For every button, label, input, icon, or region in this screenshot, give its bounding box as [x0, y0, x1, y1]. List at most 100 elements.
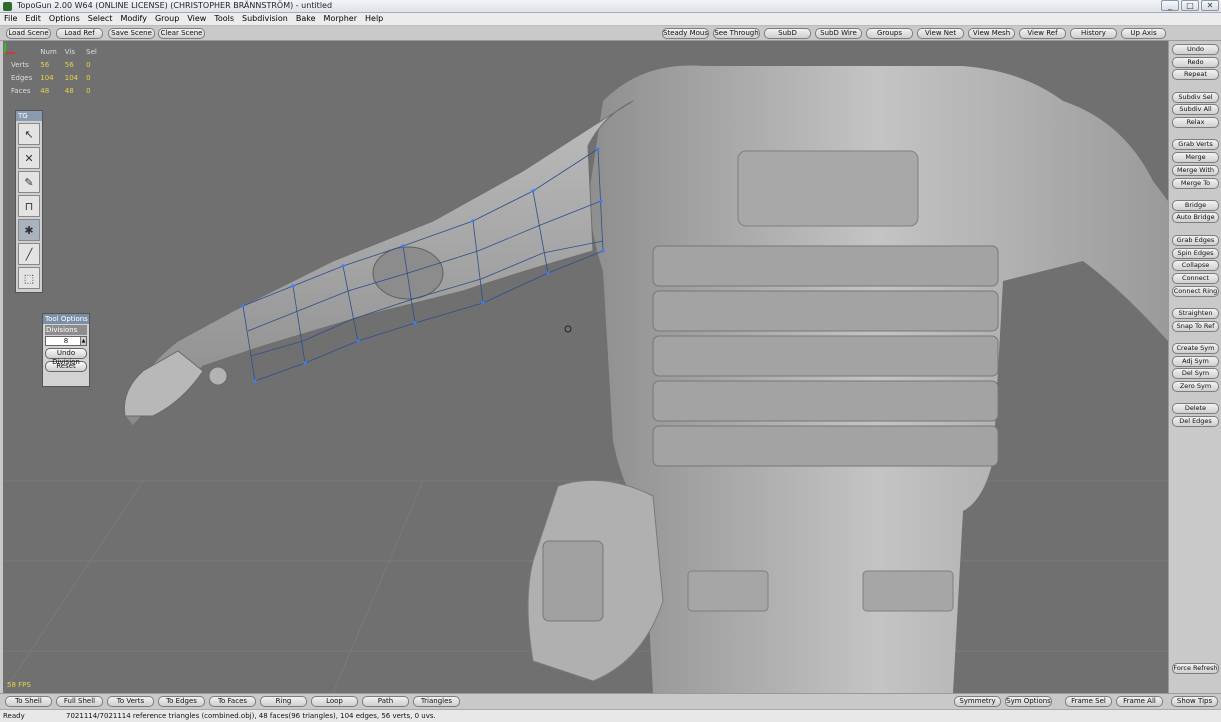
menu-tools[interactable]: Tools: [210, 13, 238, 25]
subd-wire-button[interactable]: SubD Wire: [815, 28, 862, 39]
steady-mouse-button[interactable]: Steady Mouse: [662, 28, 709, 39]
viewport-scene: [3, 65, 1168, 693]
delete-tool-icon[interactable]: ✕: [18, 147, 40, 169]
ring-button[interactable]: Ring: [260, 696, 307, 707]
del-sym-button[interactable]: Del Sym: [1172, 368, 1219, 379]
see-through-button[interactable]: See Through: [713, 28, 760, 39]
del-edges-button[interactable]: Del Edges: [1172, 416, 1219, 427]
stats-value: 56: [40, 60, 50, 69]
close-button[interactable]: ✕: [1201, 0, 1219, 11]
view-net-button[interactable]: View Net: [917, 28, 964, 39]
menu-morpher[interactable]: Morpher: [320, 13, 361, 25]
maximize-button[interactable]: □: [1181, 0, 1199, 11]
grab-verts-button[interactable]: Grab Verts: [1172, 139, 1219, 150]
stats-row-label: Edges: [11, 73, 33, 82]
load-scene-button[interactable]: Load Scene: [6, 28, 51, 39]
merge-with-button[interactable]: Merge With: [1172, 165, 1219, 176]
right-tool-panel: Undo Redo Repeat Subdiv Sel Subdiv All R…: [1168, 41, 1221, 693]
auto-bridge-button[interactable]: Auto Bridge: [1172, 212, 1219, 223]
brush-tool-icon[interactable]: ✱: [18, 219, 40, 241]
minimize-button[interactable]: _: [1161, 0, 1179, 11]
to-faces-button[interactable]: To Faces: [209, 696, 256, 707]
select-box-icon[interactable]: ⬚: [18, 267, 40, 289]
connect-button[interactable]: Connect: [1172, 273, 1219, 284]
to-shell-button[interactable]: To Shell: [5, 696, 52, 707]
clear-scene-button[interactable]: Clear Scene: [158, 28, 205, 39]
view-ref-button[interactable]: View Ref: [1019, 28, 1066, 39]
bridge-tool-icon[interactable]: ⊓: [18, 195, 40, 217]
load-ref-button[interactable]: Load Ref: [56, 28, 103, 39]
menu-bake[interactable]: Bake: [292, 13, 320, 25]
draw-tool-icon[interactable]: ✎: [18, 171, 40, 193]
grab-edges-button[interactable]: Grab Edges: [1172, 235, 1219, 246]
undo-division-button[interactable]: Undo Division: [45, 348, 87, 366]
to-verts-button[interactable]: To Verts: [107, 696, 154, 707]
show-tips-button[interactable]: Show Tips: [1171, 696, 1218, 707]
merge-to-button[interactable]: Merge To: [1172, 178, 1219, 189]
menu-help[interactable]: Help: [361, 13, 387, 25]
subdiv-all-button[interactable]: Subdiv All: [1172, 104, 1219, 115]
collapse-button[interactable]: Collapse: [1172, 260, 1219, 271]
force-refresh-button[interactable]: Force Refresh: [1172, 663, 1219, 674]
triangles-button[interactable]: Triangles: [413, 696, 460, 707]
stats-value: 56: [64, 60, 74, 69]
redo-button[interactable]: Redo: [1172, 57, 1219, 68]
loop-button[interactable]: Loop: [311, 696, 358, 707]
zero-sym-button[interactable]: Zero Sym: [1172, 381, 1219, 392]
reference-mesh-body: [527, 65, 1168, 693]
stats-value: 104: [64, 73, 79, 82]
spin-edges-button[interactable]: Spin Edges: [1172, 248, 1219, 259]
divisions-label: Divisions: [45, 325, 87, 335]
menu-edit[interactable]: Edit: [21, 13, 45, 25]
to-edges-button[interactable]: To Edges: [158, 696, 205, 707]
tool-options-title: Tool Options: [43, 314, 89, 324]
frame-sel-button[interactable]: Frame Sel: [1065, 696, 1112, 707]
menu-select[interactable]: Select: [84, 13, 117, 25]
delete-button[interactable]: Delete: [1172, 403, 1219, 414]
stats-value: 0: [86, 73, 91, 82]
menu-view[interactable]: View: [183, 13, 210, 25]
spinner-arrows-icon[interactable]: ▲: [80, 337, 86, 345]
menu-file[interactable]: File: [0, 13, 21, 25]
sym-options-button[interactable]: Sym Options: [1005, 696, 1052, 707]
subd-button[interactable]: SubD: [764, 28, 811, 39]
relax-button[interactable]: Relax: [1172, 117, 1219, 128]
edge-tool-icon[interactable]: ╱: [18, 243, 40, 265]
history-button[interactable]: History: [1070, 28, 1117, 39]
stats-value: 0: [86, 60, 91, 69]
status-ready: Ready: [3, 712, 25, 720]
status-bar: Ready 7021114/7021114 reference triangle…: [0, 709, 1221, 722]
subdiv-sel-button[interactable]: Subdiv Sel: [1172, 92, 1219, 103]
repeat-button[interactable]: Repeat: [1172, 69, 1219, 80]
straighten-button[interactable]: Straighten: [1172, 308, 1219, 319]
groups-button[interactable]: Groups: [866, 28, 913, 39]
3d-viewport[interactable]: Num Vis Sel Verts 56 56 0 Edges 104 104 …: [3, 41, 1168, 693]
bridge-button[interactable]: Bridge: [1172, 200, 1219, 211]
menu-group[interactable]: Group: [151, 13, 183, 25]
menu-options[interactable]: Options: [45, 13, 84, 25]
cursor-icon: [564, 325, 572, 333]
stats-row-label: Verts: [11, 60, 29, 69]
adj-sym-button[interactable]: Adj Sym: [1172, 356, 1219, 367]
menu-bar: File Edit Options Select Modify Group Vi…: [0, 13, 1221, 26]
undo-button[interactable]: Undo: [1172, 44, 1219, 55]
stats-header-vis: Vis: [64, 47, 75, 56]
up-axis-button[interactable]: Up Axis: [1121, 28, 1166, 39]
connect-ring-button[interactable]: Connect Ring: [1172, 286, 1219, 297]
reference-mesh-arm: [123, 100, 634, 427]
bottom-toolbar: To Shell Full Shell To Verts To Edges To…: [0, 693, 1221, 709]
create-tool-icon[interactable]: ↖: [18, 123, 40, 145]
symmetry-button[interactable]: Symmetry: [954, 696, 1001, 707]
divisions-stepper[interactable]: 8 ▲: [45, 336, 87, 346]
create-sym-button[interactable]: Create Sym: [1172, 343, 1219, 354]
merge-button[interactable]: Merge: [1172, 152, 1219, 163]
full-shell-button[interactable]: Full Shell: [56, 696, 103, 707]
view-mesh-button[interactable]: View Mesh: [968, 28, 1015, 39]
menu-modify[interactable]: Modify: [116, 13, 151, 25]
frame-all-button[interactable]: Frame All: [1116, 696, 1163, 707]
menu-subdivision[interactable]: Subdivision: [238, 13, 292, 25]
save-scene-button[interactable]: Save Scene: [108, 28, 155, 39]
tool-palette: TG ↖ ✕ ✎ ⊓ ✱ ╱ ⬚: [15, 110, 43, 293]
snap-to-ref-button[interactable]: Snap To Ref: [1172, 321, 1219, 332]
path-button[interactable]: Path: [362, 696, 409, 707]
